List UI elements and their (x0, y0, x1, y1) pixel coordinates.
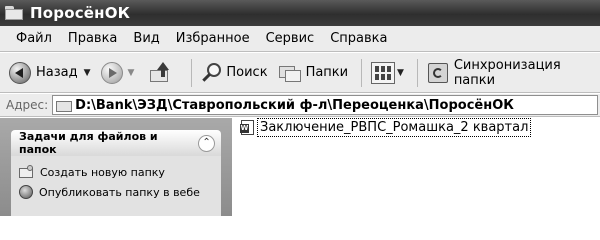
task-panel-title: Задачи для файлов и папок (19, 130, 158, 156)
toolbar: Назад ▼ ▼ Поиск Папки ▼ Синхронизация па… (0, 53, 600, 93)
forward-arrow-icon (100, 61, 123, 84)
back-button-label: Назад (36, 65, 78, 80)
menu-bar: Файл Правка Вид Избранное Сервис Справка (0, 26, 600, 52)
title-bar: ПоросёнОК (0, 0, 600, 26)
folders-icon (278, 62, 302, 84)
toolbar-separator (361, 58, 363, 87)
file-folder-tasks-panel: Задачи для файлов и папок ⌃ Создать нову… (11, 130, 221, 216)
task-create-folder[interactable]: Создать новую папку (19, 162, 213, 182)
folders-button[interactable]: Папки (275, 57, 352, 89)
task-pane: Задачи для файлов и папок ⌃ Создать нову… (0, 118, 232, 216)
back-dropdown-icon[interactable]: ▼ (84, 68, 91, 78)
search-button[interactable]: Поиск (198, 57, 270, 89)
toolbar-separator (416, 58, 418, 87)
address-label: Адрес: (6, 98, 49, 112)
menu-favorites[interactable]: Избранное (168, 29, 258, 48)
address-path[interactable]: D:\Bank\ЭЗД\Ставропольский ф-л\Переоценк… (75, 98, 514, 113)
folder-up-icon (148, 61, 170, 84)
menu-view[interactable]: Вид (125, 29, 167, 48)
menu-tools[interactable]: Сервис (258, 29, 323, 48)
forward-dropdown-icon[interactable]: ▼ (128, 68, 135, 78)
explorer-window: ПоросёнОК Файл Правка Вид Избранное Серв… (0, 0, 600, 216)
views-dropdown-icon[interactable]: ▼ (397, 68, 404, 78)
menu-file[interactable]: Файл (8, 29, 60, 48)
file-name[interactable]: Заключение_РВПС_Ромашка_2 квартал (257, 118, 532, 137)
window-title: ПоросёнОК (30, 4, 131, 22)
back-arrow-icon (9, 61, 31, 84)
task-panel-body: Создать новую папку Опубликовать папку в… (11, 156, 221, 216)
toolbar-separator (191, 58, 193, 87)
address-field[interactable]: D:\Bank\ЭЗД\Ставропольский ф-л\Переоценк… (52, 95, 598, 115)
content-area: Задачи для файлов и папок ⌃ Создать нову… (0, 118, 600, 216)
file-list: W Заключение_РВПС_Ромашка_2 квартал (232, 118, 600, 216)
menu-help[interactable]: Справка (322, 29, 395, 48)
search-icon (201, 62, 223, 84)
address-bar: Адрес: D:\Bank\ЭЗД\Ставропольский ф-л\Пе… (0, 94, 600, 117)
sync-button[interactable]: Синхронизация папки (424, 57, 596, 89)
up-folder-button[interactable] (145, 57, 181, 89)
new-folder-icon (19, 165, 34, 179)
word-document-icon: W (240, 120, 255, 135)
views-icon (371, 61, 396, 84)
task-create-folder-label: Создать новую папку (40, 165, 165, 179)
task-publish-folder[interactable]: Опубликовать папку в вебе (19, 182, 213, 202)
sync-button-label: Синхронизация папки (453, 57, 561, 88)
collapse-icon[interactable]: ⌃ (198, 134, 215, 152)
views-button[interactable]: ▼ (368, 57, 407, 89)
task-panel-header[interactable]: Задачи для файлов и папок ⌃ (11, 130, 221, 156)
task-publish-folder-label: Опубликовать папку в вебе (39, 185, 200, 199)
back-button[interactable]: Назад ▼ (6, 57, 94, 89)
file-item[interactable]: W Заключение_РВПС_Ромашка_2 квартал (240, 118, 532, 137)
folders-button-label: Папки (305, 65, 349, 80)
menu-edit[interactable]: Правка (60, 29, 125, 48)
folder-icon (56, 99, 73, 112)
search-button-label: Поиск (226, 65, 268, 80)
forward-button[interactable]: ▼ (98, 57, 142, 89)
web-publish-icon (19, 185, 33, 199)
sync-icon (427, 62, 449, 84)
folder-icon (4, 5, 24, 21)
